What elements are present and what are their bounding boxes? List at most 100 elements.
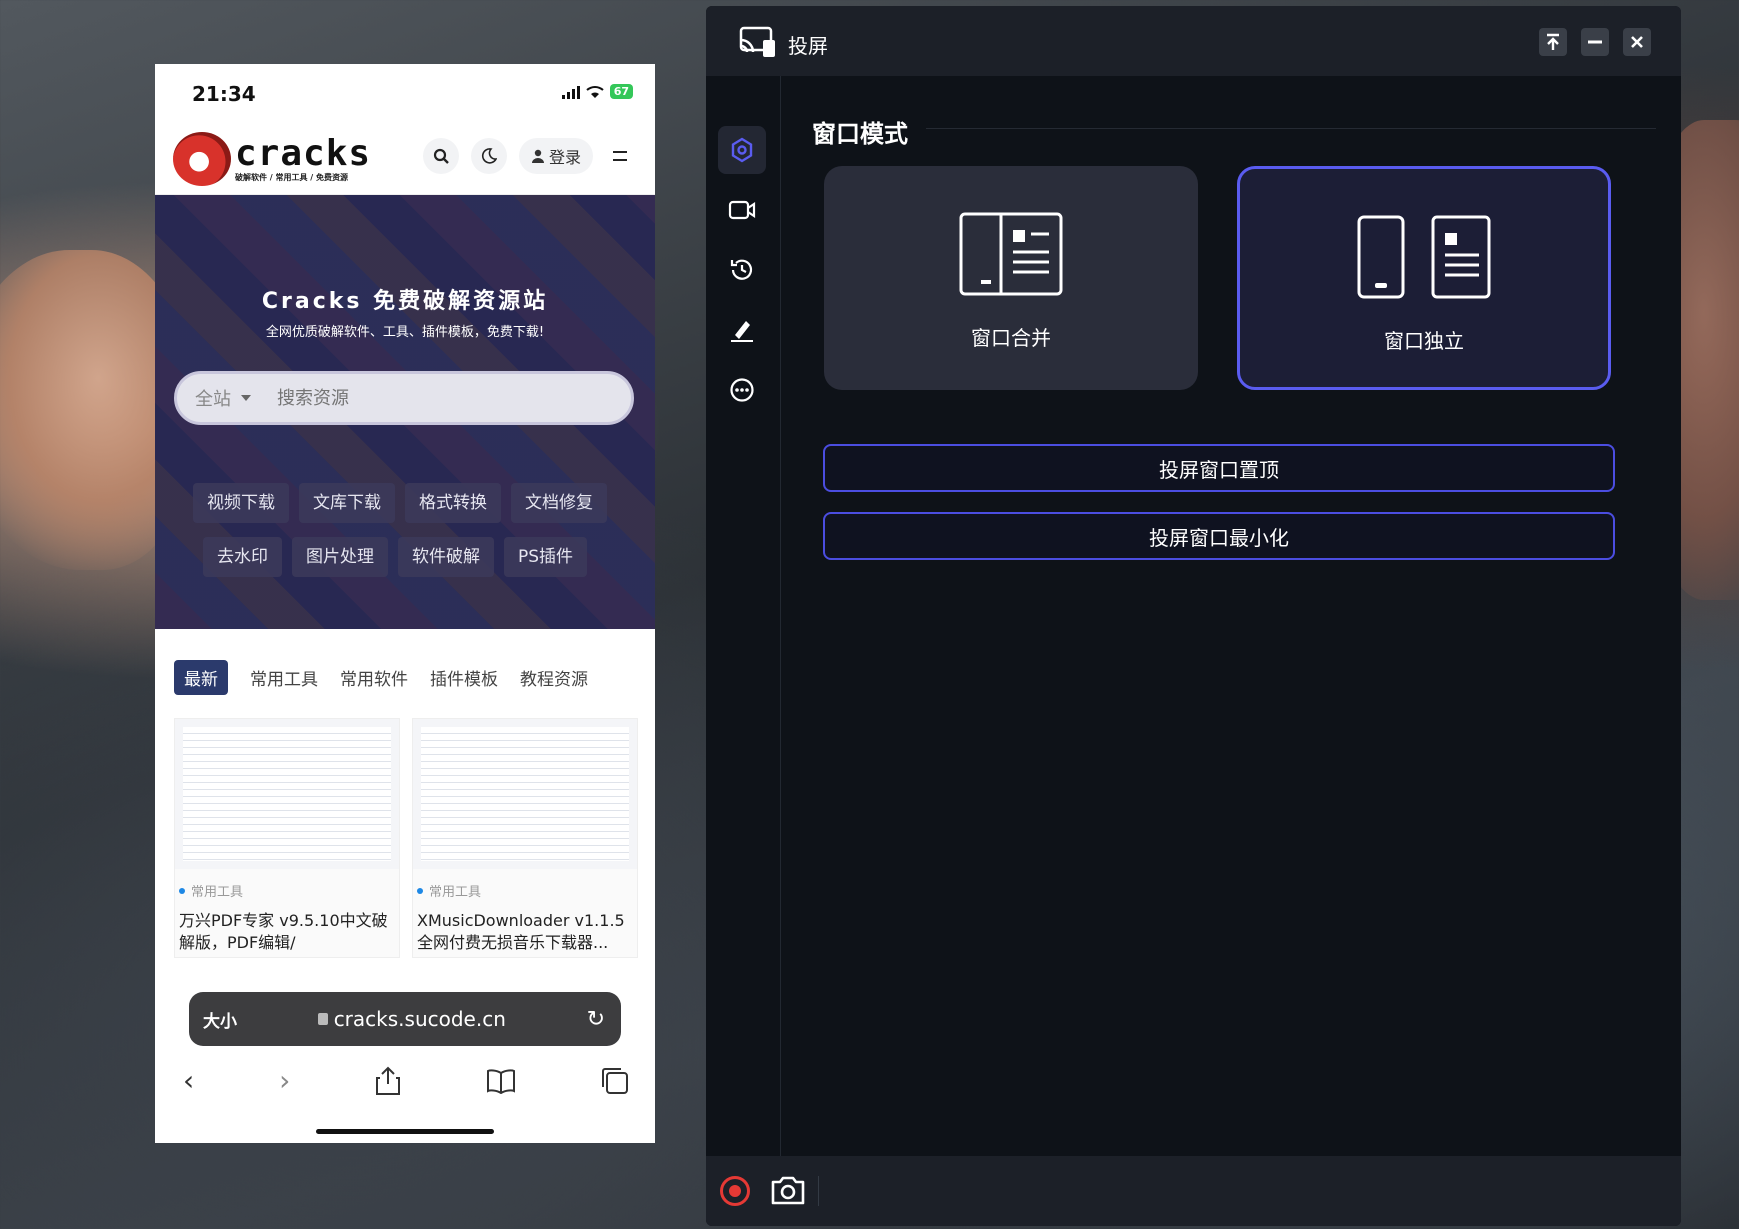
video-icon	[728, 200, 756, 220]
menu-icon	[613, 151, 627, 161]
cast-window: 投屏 窗口模式 窗口合并 窗口独立 投屏窗口置顶 投屏窗口最小化	[706, 6, 1681, 1226]
quick-tag[interactable]: 格式转换	[405, 483, 501, 523]
search-button[interactable]	[422, 138, 459, 174]
logo-tagline: 破解软件 / 常用工具 / 免费资源	[235, 172, 348, 182]
record-icon	[729, 1185, 741, 1197]
share-icon[interactable]	[375, 1066, 401, 1096]
cast-icon	[739, 26, 775, 57]
mode-card-independent[interactable]: 窗口独立	[1237, 166, 1611, 390]
quick-tag[interactable]: PS插件	[504, 537, 588, 577]
tab-software[interactable]: 常用软件	[340, 665, 408, 690]
category-tabs: 最新 常用工具 常用软件 插件模板 教程资源	[174, 660, 588, 695]
sidebar-item-video[interactable]	[718, 186, 766, 234]
quick-tag[interactable]: 文档修复	[511, 483, 607, 523]
hero-title: Cracks 免费破解资源站	[261, 289, 549, 314]
quick-tag[interactable]: 软件破解	[398, 537, 494, 577]
bookmarks-icon[interactable]	[486, 1068, 516, 1094]
tabs-icon[interactable]	[601, 1067, 629, 1095]
post-cards: 常用工具 万兴PDF专家 v9.5.10中文破解版，PDF编辑/ 常用工具 XM…	[174, 718, 638, 958]
quick-tag[interactable]: 图片处理	[292, 537, 388, 577]
post-category: 常用工具	[191, 885, 244, 900]
browser-address-bar[interactable]: 大小 cracks.sucode.cn ↻	[189, 992, 621, 1046]
post-card[interactable]: 常用工具 XMusicDownloader v1.1.5 全网付费无损音乐下载器…	[412, 718, 638, 958]
status-time: 21:34	[192, 82, 256, 106]
moon-icon	[481, 148, 497, 164]
phone-outline-icon	[1357, 215, 1405, 299]
tab-tutorials[interactable]: 教程资源	[520, 665, 588, 690]
quick-tag[interactable]: 去水印	[203, 537, 282, 577]
post-card[interactable]: 常用工具 万兴PDF专家 v9.5.10中文破解版，PDF编辑/	[174, 718, 400, 958]
search-scope-label: 全站	[195, 389, 231, 410]
post-thumbnail	[413, 719, 637, 869]
category-dot-icon	[417, 887, 423, 894]
sidebar-item-sign[interactable]	[718, 306, 766, 354]
search-input[interactable]	[269, 373, 631, 423]
history-icon	[730, 259, 753, 280]
tab-templates[interactable]: 插件模板	[430, 665, 498, 690]
reload-icon[interactable]: ↻	[587, 1007, 605, 1032]
sidebar-item-more[interactable]	[718, 366, 766, 414]
login-button[interactable]: 登录	[518, 138, 593, 174]
toolbar-divider	[818, 1176, 819, 1206]
forward-icon[interactable]: ›	[279, 1064, 290, 1097]
close-button[interactable]	[1623, 28, 1651, 56]
sidebar-item-settings[interactable]	[718, 126, 766, 174]
menu-button[interactable]	[605, 138, 635, 174]
tab-tools[interactable]: 常用工具	[250, 665, 318, 690]
quick-tag[interactable]: 视频下载	[193, 483, 289, 523]
search-bar: 全站	[174, 371, 634, 425]
wifi-icon	[586, 85, 604, 98]
section-divider	[926, 128, 1656, 129]
battery-indicator: 67	[609, 84, 633, 99]
home-indicator	[316, 1129, 494, 1134]
post-title[interactable]: XMusicDownloader v1.1.5 全网付费无损音乐下载器...	[417, 910, 633, 954]
minimize-cast-window-button[interactable]: 投屏窗口最小化	[823, 512, 1615, 560]
post-title[interactable]: 万兴PDF专家 v9.5.10中文破解版，PDF编辑/	[179, 910, 395, 954]
phone-screen: 21:34 67 cracks 破解软件 / 常用工具 / 免费资源 登录 Cr…	[155, 64, 655, 1143]
section-title: 窗口模式	[812, 120, 908, 148]
close-icon	[1631, 36, 1643, 48]
record-button[interactable]	[720, 1176, 750, 1206]
signal-icon	[561, 85, 580, 99]
window-title: 投屏	[788, 34, 828, 58]
minimize-button[interactable]	[1581, 28, 1609, 56]
login-label: 登录	[548, 148, 581, 167]
screenshot-camera-icon[interactable]	[770, 1174, 806, 1206]
hero-banner: Cracks 免费破解资源站 全网优质破解软件、工具、插件模板，免费下载! 全站…	[155, 195, 655, 629]
back-icon[interactable]: ‹	[183, 1064, 194, 1097]
status-icons: 67	[561, 84, 633, 99]
search-scope-select[interactable]: 全站	[177, 385, 269, 411]
mode-label: 窗口独立	[1384, 329, 1464, 353]
quick-tag[interactable]: 文库下载	[299, 483, 395, 523]
dark-mode-button[interactable]	[470, 138, 507, 174]
sidebar-item-history[interactable]	[718, 246, 766, 294]
lock-icon	[317, 1013, 328, 1025]
mode-card-merged[interactable]: 窗口合并	[824, 166, 1198, 390]
pin-top-icon	[1547, 33, 1559, 50]
text-size-button[interactable]: 大小	[203, 1007, 237, 1032]
pin-button[interactable]	[1539, 28, 1567, 56]
hero-subtitle: 全网优质破解软件、工具、插件模板，免费下载!	[265, 325, 545, 340]
logo-name: cracks	[235, 132, 372, 174]
more-icon	[730, 378, 754, 402]
settings-icon	[731, 137, 753, 163]
browser-toolbar: ‹ ›	[183, 1064, 629, 1097]
title-bar[interactable]: 投屏	[706, 6, 1681, 76]
pin-cast-window-button[interactable]: 投屏窗口置顶	[823, 444, 1615, 492]
mode-label: 窗口合并	[971, 326, 1051, 350]
caret-down-icon	[241, 395, 251, 401]
post-category: 常用工具	[429, 885, 482, 900]
bottom-bar	[706, 1156, 1681, 1226]
status-bar: 21:34 67	[155, 64, 655, 124]
site-header: cracks 破解软件 / 常用工具 / 免费资源 登录	[155, 124, 655, 195]
category-dot-icon	[179, 887, 185, 894]
quick-tags: 视频下载 文库下载 格式转换 文档修复 去水印 图片处理 软件破解 PS插件	[193, 483, 633, 591]
document-window-icon	[1431, 215, 1491, 299]
window-merged-icon	[959, 212, 1063, 296]
site-logo[interactable]: cracks 破解软件 / 常用工具 / 免费资源	[173, 132, 371, 186]
tab-latest[interactable]: 最新	[174, 660, 228, 695]
user-icon	[531, 149, 544, 163]
search-icon	[433, 148, 449, 164]
sign-icon	[731, 321, 753, 342]
url-text: cracks.sucode.cn	[333, 1007, 506, 1031]
